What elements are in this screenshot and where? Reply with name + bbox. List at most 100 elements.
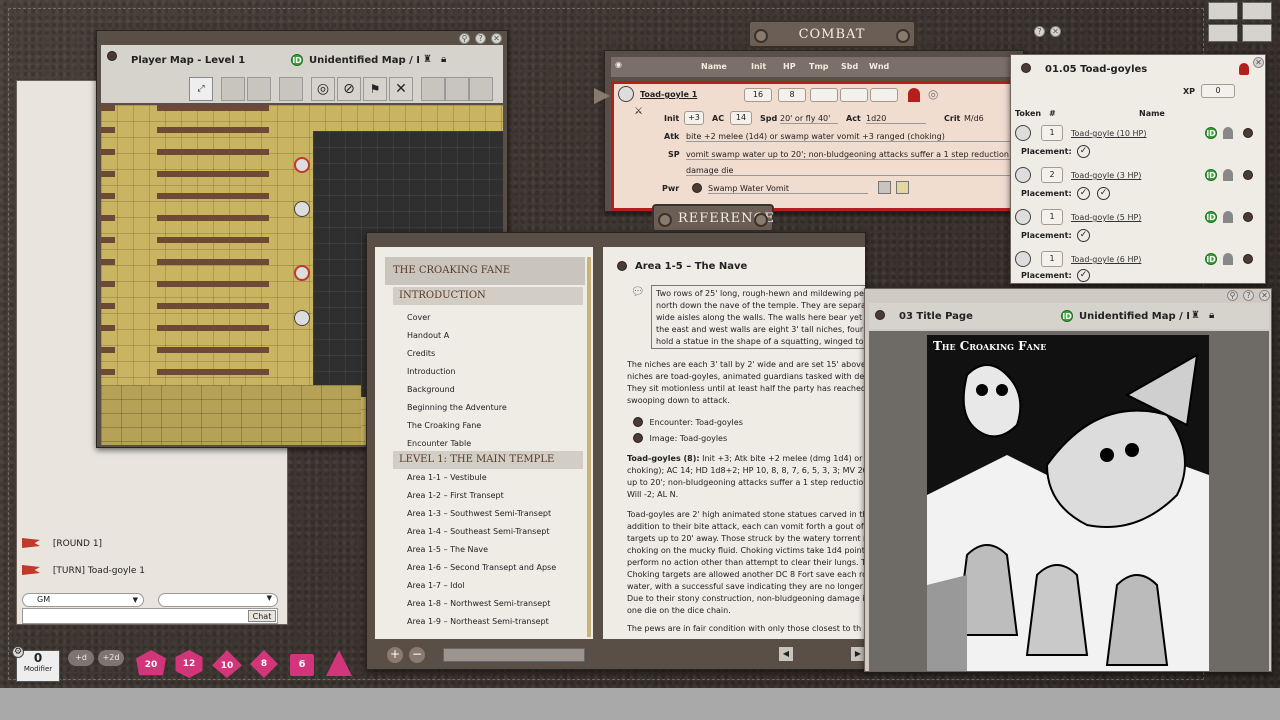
zoom-in-icon[interactable]: + (387, 647, 403, 663)
target-icon[interactable]: ◎ (311, 77, 335, 101)
fullscreen-icon[interactable]: ⤢ (189, 77, 213, 101)
npc-token-icon[interactable] (1015, 209, 1031, 225)
xp-field[interactable]: 0 (1201, 84, 1235, 98)
index-item[interactable]: Area 1-4 – Southeast Semi-Transept (407, 523, 587, 541)
tracker-help-icon[interactable]: ? (1034, 26, 1045, 37)
sidebar-tool-icon[interactable] (1242, 24, 1272, 42)
npc-faction-icon[interactable] (1223, 211, 1233, 223)
npc-count-field[interactable]: 1 (1041, 209, 1063, 225)
map-help-icon[interactable]: ? (475, 33, 486, 44)
map-close-bullet-icon[interactable] (107, 51, 117, 61)
tracker-close-icon[interactable]: ✕ (1050, 26, 1061, 37)
column-init[interactable]: Init (751, 62, 766, 71)
init-mod-field[interactable]: +3 (684, 111, 704, 125)
share-icon[interactable]: ♜ (423, 54, 432, 65)
reference-title[interactable]: REFERENCE (652, 204, 774, 232)
npc-delete-icon[interactable] (1243, 170, 1253, 180)
page-bullet-icon[interactable] (617, 261, 627, 271)
dice-modifier-plus2[interactable]: +2d (98, 650, 124, 666)
search-input[interactable] (443, 648, 585, 662)
person-icon[interactable] (469, 77, 493, 101)
column-hp[interactable]: HP (783, 62, 796, 71)
npc-name-link[interactable]: Toad-goyle (6 HP) (1071, 255, 1141, 264)
entry-sbd-field[interactable] (840, 88, 868, 102)
reference-link[interactable]: Image: Toad-goyles (633, 433, 727, 443)
index-scrollbar[interactable] (587, 257, 591, 637)
npc-id-icon[interactable]: ID (1205, 169, 1217, 181)
die-d12[interactable]: 12 (175, 650, 203, 678)
lock-icon[interactable]: 🔒︎ (441, 54, 446, 65)
entry-token-icon[interactable] (618, 86, 634, 102)
spd-value[interactable]: 20' or fly 40' (780, 114, 838, 124)
book-title[interactable]: THE CROAKING FANE (385, 257, 585, 285)
column-tmp[interactable]: Tmp (809, 62, 829, 71)
sidebar-tool-icon[interactable] (1208, 2, 1238, 20)
section-introduction[interactable]: INTRODUCTION (393, 287, 583, 305)
entry-tmp-field[interactable] (810, 88, 838, 102)
die-d6[interactable]: 6 (290, 654, 314, 676)
next-page-icon[interactable]: ▶ (851, 647, 865, 661)
npc-delete-icon[interactable] (1243, 128, 1253, 138)
cross-icon[interactable]: ✕ (389, 77, 413, 101)
placement-check-icon[interactable]: ✓ (1077, 269, 1090, 282)
image-help-icon[interactable]: ? (1243, 290, 1254, 301)
no-visibility-icon[interactable]: ⊘ (337, 77, 361, 101)
image-bullet-icon[interactable] (875, 310, 885, 320)
power-bullet-icon[interactable] (692, 183, 702, 193)
ac-field[interactable]: 14 (730, 111, 752, 125)
map-token-icon[interactable] (294, 157, 310, 173)
previous-page-icon[interactable]: ◀ (779, 647, 793, 661)
language-select[interactable]: ▼ (158, 593, 278, 607)
npc-faction-icon[interactable] (1223, 127, 1233, 139)
index-item[interactable]: Area 1-7 – Idol (407, 577, 587, 595)
chat-input[interactable] (22, 608, 278, 624)
index-item[interactable]: Introduction (407, 363, 587, 381)
power-settings-icon[interactable] (878, 181, 891, 194)
npc-faction-icon[interactable] (1223, 169, 1233, 181)
npc-id-icon[interactable]: ID (1205, 127, 1217, 139)
index-item[interactable]: Beginning the Adventure (407, 399, 587, 417)
faction-icon[interactable] (908, 88, 920, 102)
index-item[interactable]: Area 1-1 – Vestibule (407, 469, 587, 487)
zoom-out-icon[interactable]: − (409, 647, 425, 663)
placement-check-icon[interactable]: ✓ (1097, 187, 1110, 200)
map-token-icon[interactable] (294, 265, 310, 281)
image-close-icon[interactable]: ✕ (1259, 290, 1270, 301)
die-d8[interactable]: 8 (250, 650, 278, 678)
sidebar-tool-icon[interactable] (1208, 24, 1238, 42)
npc-faction-icon[interactable] (1223, 253, 1233, 265)
npc-name-link[interactable]: Toad-goyle (5 HP) (1071, 213, 1141, 222)
encounter-bullet-icon[interactable] (1021, 63, 1031, 73)
pwr-value[interactable]: Swamp Water Vomit (708, 184, 868, 194)
index-item[interactable]: Area 1-8 – Northwest Semi-transept (407, 595, 587, 613)
npc-name-link[interactable]: Toad-goyle (3 HP) (1071, 171, 1141, 180)
die-d4[interactable] (326, 650, 352, 676)
npc-delete-icon[interactable] (1243, 212, 1253, 222)
section-level1[interactable]: LEVEL 1: THE MAIN TEMPLE (393, 451, 583, 469)
active-turn-arrow-icon[interactable] (594, 88, 610, 104)
column-name[interactable]: Name (701, 62, 727, 71)
npc-count-field[interactable]: 2 (1041, 167, 1063, 183)
entry-hp-field[interactable]: 8 (778, 88, 806, 102)
map-token-icon[interactable] (294, 201, 310, 217)
index-item[interactable]: Background (407, 381, 587, 399)
map-link-icon[interactable]: ⚲ (459, 33, 470, 44)
gear-icon[interactable]: ⚙ (12, 646, 24, 658)
die-d20[interactable]: 20 (136, 650, 166, 676)
lock-icon[interactable]: 🔒︎ (1209, 310, 1214, 321)
atk-value[interactable]: bite +2 melee (1d4) or swamp water vomit… (686, 132, 1016, 142)
eraser-icon[interactable] (247, 77, 271, 101)
identity-select[interactable]: GM ▼ (22, 593, 144, 607)
sidebar-tool-icon[interactable] (1242, 2, 1272, 20)
index-item[interactable]: Handout A (407, 327, 587, 345)
map-close-icon[interactable]: ✕ (491, 33, 502, 44)
map-token-icon[interactable] (294, 310, 310, 326)
pin-icon[interactable] (421, 77, 445, 101)
npc-id-icon[interactable]: ID (1205, 211, 1217, 223)
placement-check-icon[interactable]: ✓ (1077, 187, 1090, 200)
entry-init-field[interactable]: 16 (744, 88, 772, 102)
paint-icon[interactable] (221, 77, 245, 101)
sp-value-line1[interactable]: vomit swamp water up to 20'; non-bludgeo… (686, 150, 1016, 160)
index-item[interactable]: Area 1-9 – Northeast Semi-transept (407, 613, 587, 631)
npc-token-icon[interactable] (1015, 167, 1031, 183)
